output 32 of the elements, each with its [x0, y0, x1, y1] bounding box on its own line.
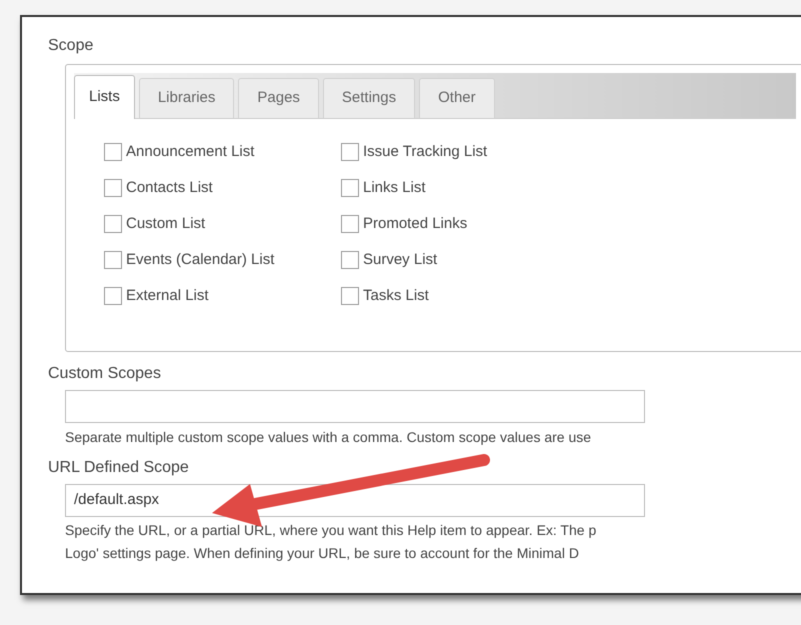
checkbox-label: Survey List	[363, 250, 438, 270]
checkbox[interactable]	[341, 251, 359, 269]
checkbox[interactable]	[341, 215, 359, 233]
checkbox-label: Events (Calendar) List	[126, 250, 274, 270]
tab[interactable]: Settings	[322, 78, 416, 118]
section-label: Scope	[48, 36, 94, 56]
checkbox[interactable]	[341, 143, 359, 161]
checkbox[interactable]	[341, 287, 359, 305]
input-field[interactable]	[65, 390, 645, 423]
help-text: Specify the URL, or a partial URL, where you want this Help item to appear. Ex: The p	[65, 521, 598, 540]
tab[interactable]: Pages	[238, 78, 319, 118]
checkbox[interactable]	[104, 215, 122, 233]
checkbox-label: Tasks List	[363, 286, 429, 306]
help-text: Separate multiple custom scope values with a comma. Custom scope values are use	[65, 428, 592, 447]
checkbox-label: Contacts List	[126, 178, 213, 198]
checkbox-label: Issue Tracking List	[363, 142, 488, 162]
checkbox-label: Links List	[363, 178, 426, 198]
tab[interactable]: Libraries	[138, 78, 234, 118]
checkbox-label: Custom List	[126, 214, 206, 234]
field-label: Custom Scopes	[48, 364, 162, 384]
checkbox[interactable]	[104, 179, 122, 197]
checkbox-label: Announcement List	[126, 142, 254, 162]
checkbox-label: Promoted Links	[363, 214, 468, 234]
help-text: Logo' settings page. When defining your URL, be sure to account for the Minimal D	[65, 544, 580, 563]
tab[interactable]: Other	[419, 78, 495, 118]
field-label: URL Defined Scope	[48, 458, 190, 478]
tab[interactable]: Lists	[74, 75, 135, 119]
checkbox[interactable]	[104, 287, 122, 305]
checkbox[interactable]	[341, 179, 359, 197]
checkbox[interactable]	[104, 143, 122, 161]
checkbox[interactable]	[104, 251, 122, 269]
checkbox-label: External List	[126, 286, 209, 306]
